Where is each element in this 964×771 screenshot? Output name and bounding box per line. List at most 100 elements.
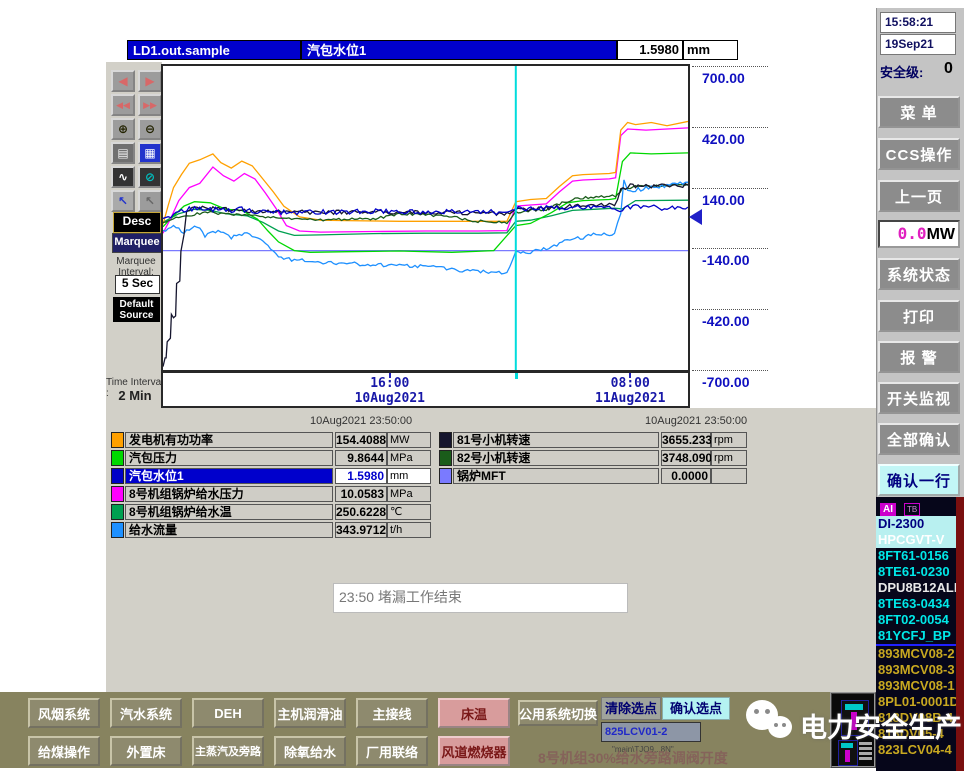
desc-button[interactable]: Desc <box>113 212 161 233</box>
point-list-item[interactable]: 818DV08B-4 <box>876 710 956 726</box>
sidebar-func-button-5[interactable]: 全部确认 <box>878 423 960 455</box>
y-axis-tick-label: 420.00 <box>702 130 745 147</box>
valve-tool-icon[interactable] <box>841 700 869 736</box>
cursor-axis-tick <box>514 373 518 379</box>
bottom-nav-button[interactable]: 给煤操作 <box>28 736 100 766</box>
point-list-item[interactable]: 8TE61-0230 <box>876 564 956 580</box>
y-axis-tick-label: 140.00 <box>702 191 745 208</box>
clock-date: 19Sep21 <box>880 34 956 55</box>
legend-point-value: 9.8644 <box>335 450 387 466</box>
bottom-nav-button[interactable]: 主机润滑油 <box>274 698 346 728</box>
point-list-item[interactable]: DPU8B12ALI <box>876 580 956 596</box>
legend-row[interactable]: 发电机有功功率 154.4088 MW <box>111 432 431 448</box>
legend-point-unit: MPa <box>387 486 431 502</box>
legend-row[interactable]: 82号小机转速 3748.0901 rpm <box>439 450 747 466</box>
data-table-icon[interactable]: ▦ <box>138 142 162 164</box>
window-list-icon[interactable]: ▤ <box>111 142 135 164</box>
trend-tool-icon[interactable] <box>838 740 858 766</box>
legend-point-name: 给水流量 <box>125 522 333 538</box>
confirm-line-button[interactable]: 确认一行 <box>878 464 960 496</box>
legend-row[interactable]: 汽包水位1 1.5980 mm <box>111 468 431 484</box>
time-interval-value[interactable]: 2 Min <box>112 388 158 403</box>
point-list-item[interactable]: 81YCFJ_BP <box>876 628 956 646</box>
legend-row[interactable]: 给水流量 343.9712 t/h <box>111 522 431 538</box>
default-source-button[interactable]: Default Source <box>113 297 160 322</box>
trend-line <box>162 199 689 237</box>
cursor-timestamp-right: 10Aug2021 23:50:00 <box>645 415 748 427</box>
point-list-item[interactable]: 823LCV04-4 <box>876 742 956 758</box>
disable-icon[interactable]: ⊘ <box>138 166 162 188</box>
sidebar-nav-button-2[interactable]: CCS操作 <box>878 138 960 170</box>
point-list-item[interactable]: 818DV05-4 <box>876 726 956 742</box>
bottom-nav-button[interactable]: 风烟系统 <box>28 698 100 728</box>
clear-point-button[interactable]: 清除选点 <box>601 697 661 720</box>
legend-point-unit: t/h <box>387 522 431 538</box>
legend-point-unit: rpm <box>711 450 747 466</box>
sidebar-func-button-1[interactable]: 系统状态 <box>878 258 960 290</box>
sidebar-nav-button-1[interactable]: 菜 单 <box>878 96 960 128</box>
sidebar-func-button-2[interactable]: 打印 <box>878 300 960 332</box>
legend-color-swatch <box>111 522 124 538</box>
cursor-alt-icon[interactable]: ↖ <box>138 190 162 212</box>
trend-source-field[interactable]: LD1.out.sample <box>127 40 301 60</box>
ai-badge[interactable]: AI <box>880 503 896 516</box>
selected-point-input[interactable]: 825LCV01-2 <box>601 722 701 742</box>
trend-plot[interactable] <box>162 66 689 370</box>
zoom-in-icon[interactable]: ⊕ <box>111 118 135 140</box>
y-axis-tick-label: -140.00 <box>702 252 750 269</box>
trend-curves-icon[interactable]: ∿ <box>111 166 135 188</box>
bottom-nav-button[interactable]: 外置床 <box>110 736 182 766</box>
selected-tag-field[interactable]: 汽包水位1 <box>301 40 617 60</box>
cursor-select-icon[interactable]: ↖ <box>111 190 135 212</box>
bottom-nav-button[interactable]: 床温 <box>438 698 510 728</box>
sidebar-func-button-4[interactable]: 开关监视 <box>878 382 960 414</box>
page-left-icon[interactable]: ◀◀ <box>111 94 135 116</box>
bottom-nav-button[interactable]: 主蒸汽及旁路 <box>192 736 264 766</box>
annotation-note[interactable]: 23:50 堵漏工作结束 <box>333 583 628 613</box>
legend-row[interactable]: 汽包压力 9.8644 MPa <box>111 450 431 466</box>
point-list-item[interactable]: HPCGVT-V <box>876 532 956 548</box>
legend-row[interactable]: 锅炉MFT 0.0000 <box>439 468 747 484</box>
y-gridline <box>692 370 768 371</box>
cursor-timestamp-left: 10Aug2021 23:50:00 <box>310 415 413 427</box>
legend-point-value: 0.0000 <box>661 468 711 484</box>
sidebar-nav-button-3[interactable]: 上一页 <box>878 180 960 212</box>
point-list-item[interactable]: DI-2300 <box>876 516 956 532</box>
point-list-item[interactable]: 8FT02-0054 <box>876 612 956 628</box>
tb-badge[interactable]: TB <box>904 503 921 516</box>
step-right-icon[interactable]: ▶ <box>138 70 162 92</box>
current-value-field: 1.5980 <box>617 40 683 60</box>
y-gridline <box>692 66 768 67</box>
step-left-icon[interactable]: ◀ <box>111 70 135 92</box>
legend-color-swatch <box>111 504 124 520</box>
legend-color-swatch <box>111 432 124 448</box>
mini-tools-panel <box>830 692 876 768</box>
marquee-interval-value[interactable]: 5 Sec <box>115 275 160 294</box>
zoom-out-icon[interactable]: ⊖ <box>138 118 162 140</box>
legend-row[interactable]: 81号小机转速 3655.2332 rpm <box>439 432 747 448</box>
legend-point-unit: rpm <box>711 432 747 448</box>
legend-row[interactable]: 8号机组锅炉给水压力 10.0583 MPa <box>111 486 431 502</box>
point-list-item[interactable]: 8FT61-0156 <box>876 548 956 564</box>
bottom-nav-button[interactable]: 除氧给水 <box>274 736 346 766</box>
point-list-item[interactable]: 893MCV08-2 <box>876 646 956 662</box>
trend-display-screen: { "header": { "source": "LD1.out.sample"… <box>0 0 964 771</box>
bottom-nav-button[interactable]: 厂用联络 <box>356 736 428 766</box>
marquee-button[interactable]: Marquee <box>112 233 162 253</box>
list-tool-icon[interactable] <box>859 742 872 762</box>
bottom-nav-button[interactable]: 风道燃烧器 <box>438 736 510 766</box>
bottom-nav-button[interactable]: 主接线 <box>356 698 428 728</box>
legend-row[interactable]: 8号机组锅炉给水温 250.6228 ℃ <box>111 504 431 520</box>
point-list-item[interactable]: 893MCV08-1 <box>876 678 956 694</box>
bottom-nav-button[interactable]: DEH <box>192 698 264 728</box>
sidebar-func-button-3[interactable]: 报 警 <box>878 341 960 373</box>
point-list-item[interactable]: 8PL01-0001D <box>876 694 956 710</box>
point-list-item[interactable]: 8TE63-0434 <box>876 596 956 612</box>
common-system-switch-button[interactable]: 公用系统切换 <box>518 700 598 726</box>
trend-chart[interactable] <box>161 64 690 372</box>
y-axis-tick-label: 700.00 <box>702 70 745 86</box>
point-list-item[interactable]: 893MCV08-3 <box>876 662 956 678</box>
page-right-icon[interactable]: ▶▶ <box>138 94 162 116</box>
confirm-point-button[interactable]: 确认选点 <box>662 697 730 720</box>
bottom-nav-button[interactable]: 汽水系统 <box>110 698 182 728</box>
